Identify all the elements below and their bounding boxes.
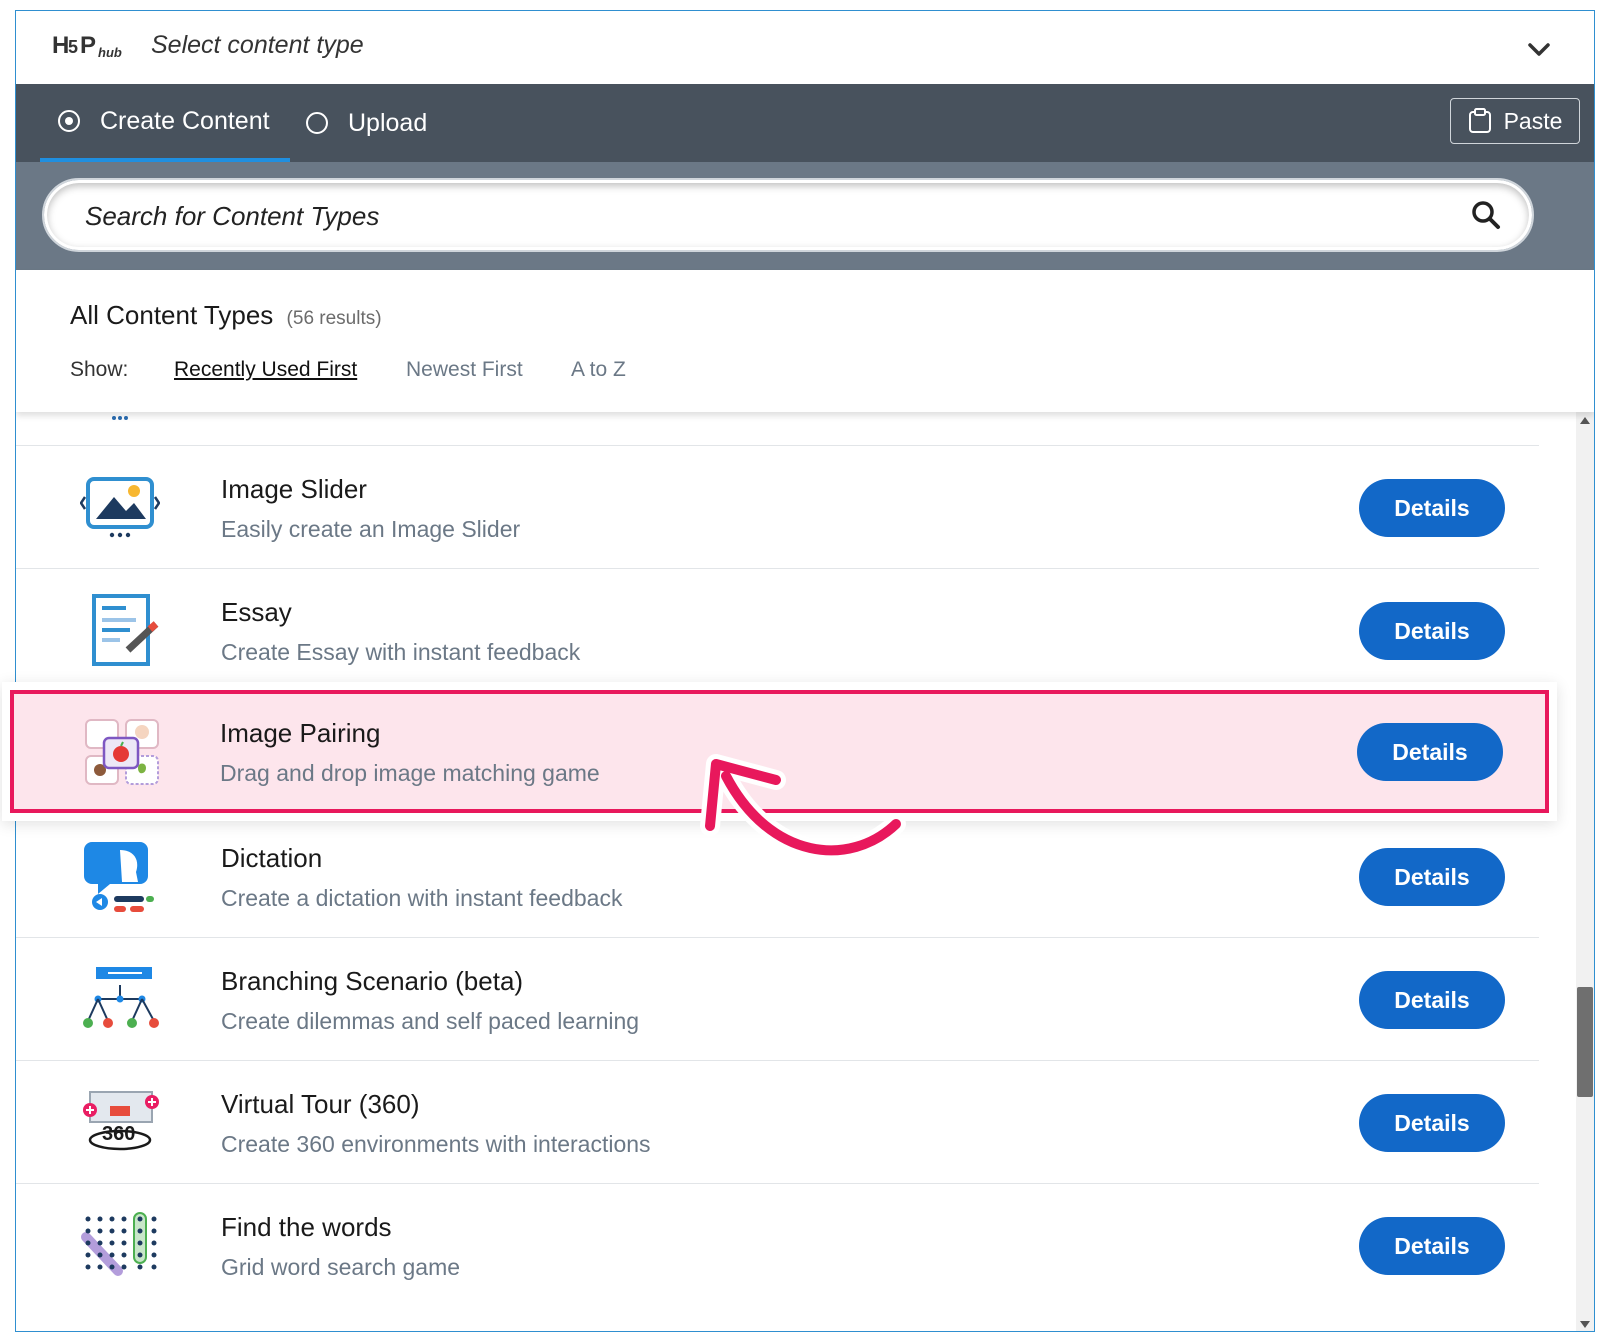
sort-recently-used[interactable]: Recently Used First bbox=[174, 358, 357, 382]
details-button[interactable]: Details bbox=[1359, 602, 1505, 660]
item-title: Branching Scenario (beta) bbox=[221, 966, 524, 996]
search-icon[interactable] bbox=[1471, 200, 1501, 230]
details-button[interactable]: Details bbox=[1357, 723, 1503, 781]
item-description: Grid word search game bbox=[221, 1254, 461, 1280]
find-the-words-icon bbox=[81, 1212, 157, 1276]
item-title: Find the words bbox=[221, 1212, 392, 1242]
results-count: (56 results) bbox=[286, 308, 382, 329]
hub-title: Select content type bbox=[151, 31, 364, 59]
tab-create-content[interactable]: Create Content bbox=[40, 84, 290, 162]
scroll-thumb[interactable] bbox=[1577, 987, 1593, 1097]
svg-text:hub: hub bbox=[98, 45, 122, 60]
list-header: All Content Types (56 results) Show: Rec… bbox=[16, 270, 1594, 412]
list-scrollbar[interactable] bbox=[1576, 412, 1594, 1332]
paste-button[interactable]: Paste bbox=[1450, 98, 1580, 144]
item-title: Virtual Tour (360) bbox=[221, 1089, 420, 1119]
item-description: Create 360 environments with interaction… bbox=[221, 1131, 651, 1157]
annotation-arrow-icon bbox=[700, 754, 906, 861]
search-box[interactable] bbox=[42, 178, 1534, 252]
radio-unchecked-icon bbox=[306, 112, 328, 134]
list-item[interactable]: Essay Create Essay with instant feedback… bbox=[16, 568, 1539, 691]
partial-list-item bbox=[16, 412, 1539, 444]
branching-scenario-icon bbox=[83, 967, 159, 1028]
partial-item-icon bbox=[112, 416, 128, 420]
item-description: Easily create an Image Slider bbox=[221, 516, 521, 542]
list-item[interactable]: 360 Virtual Tour (360) Create 360 enviro… bbox=[16, 1060, 1539, 1183]
item-title: Image Slider bbox=[221, 474, 367, 504]
image-slider-icon bbox=[80, 477, 160, 538]
virtual-tour-icon: 360 bbox=[83, 1091, 159, 1151]
essay-icon bbox=[92, 594, 159, 666]
list-title-text: All Content Types bbox=[70, 300, 274, 330]
content-type-list: Image Slider Easily create an Image Slid… bbox=[16, 412, 1539, 1331]
h5p-hub-logo: H 5 P hub bbox=[52, 32, 122, 60]
item-title: Essay bbox=[221, 597, 292, 627]
svg-text:H: H bbox=[52, 32, 69, 59]
radio-checked-icon bbox=[58, 110, 80, 132]
item-description: Create a dictation with instant feedback bbox=[221, 885, 623, 911]
tab-upload-label: Upload bbox=[348, 108, 428, 137]
paste-label: Paste bbox=[1503, 107, 1563, 134]
chevron-down-icon[interactable] bbox=[1526, 37, 1552, 63]
svg-text:5: 5 bbox=[68, 37, 78, 57]
details-button[interactable]: Details bbox=[1359, 1217, 1505, 1275]
details-button[interactable]: Details bbox=[1359, 971, 1505, 1029]
item-title: Dictation bbox=[221, 843, 323, 873]
tab-upload[interactable]: Upload bbox=[288, 84, 468, 162]
details-button[interactable]: Details bbox=[1359, 1094, 1505, 1152]
tab-bar: Create Content Upload Paste bbox=[16, 84, 1594, 162]
show-label: Show: bbox=[70, 358, 129, 381]
item-title: Image Pairing bbox=[220, 718, 381, 748]
details-button[interactable]: Details bbox=[1359, 848, 1505, 906]
list-title: All Content Types (56 results) bbox=[70, 300, 382, 331]
search-input[interactable] bbox=[83, 197, 1447, 235]
scroll-up-arrow-icon[interactable] bbox=[1576, 412, 1594, 430]
hub-header[interactable]: H 5 P hub Select content type bbox=[16, 11, 1594, 84]
tab-create-content-label: Create Content bbox=[100, 106, 270, 135]
scroll-down-arrow-icon[interactable] bbox=[1576, 1315, 1594, 1332]
sort-a-to-z[interactable]: A to Z bbox=[571, 358, 626, 382]
item-description: Create dilemmas and self paced learning bbox=[221, 1008, 640, 1034]
item-description: Create Essay with instant feedback bbox=[221, 639, 581, 665]
list-item[interactable]: Image Slider Easily create an Image Slid… bbox=[16, 445, 1539, 568]
list-item[interactable]: Branching Scenario (beta) Create dilemma… bbox=[16, 937, 1539, 1060]
dictation-icon bbox=[84, 842, 154, 912]
item-description: Drag and drop image matching game bbox=[220, 760, 600, 786]
h5p-hub-frame: H 5 P hub Select content type Create Con… bbox=[15, 10, 1595, 1332]
details-button[interactable]: Details bbox=[1359, 479, 1505, 537]
svg-text:P: P bbox=[80, 32, 96, 59]
clipboard-icon bbox=[1468, 108, 1491, 133]
sort-newest-first[interactable]: Newest First bbox=[406, 358, 523, 382]
svg-text:360: 360 bbox=[102, 1123, 135, 1145]
list-item[interactable]: Find the words Grid word search game Det… bbox=[16, 1183, 1539, 1306]
image-pairing-icon bbox=[85, 719, 159, 785]
search-area bbox=[16, 162, 1594, 270]
